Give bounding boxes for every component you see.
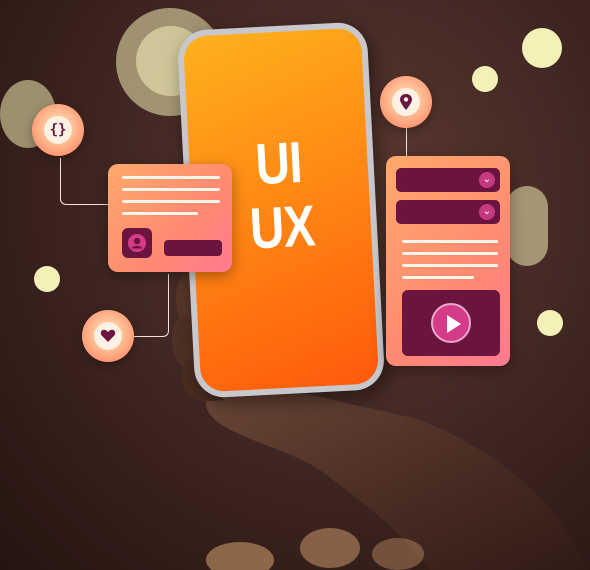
- person-icon: [128, 234, 146, 252]
- scene: UI UX {} ⌄ ⌄: [0, 0, 590, 570]
- chevron-down-icon: ⌄: [479, 204, 495, 220]
- location-badge: [380, 76, 432, 128]
- text-line: [122, 176, 220, 179]
- screen-text-ux: UX: [248, 193, 316, 262]
- text-line: [122, 200, 220, 203]
- chevron-down-icon: ⌄: [479, 172, 495, 188]
- text-line: [122, 188, 220, 191]
- text-line: [402, 276, 474, 279]
- video-player[interactable]: [402, 290, 500, 356]
- text-line: [402, 252, 498, 255]
- play-icon[interactable]: [431, 303, 471, 343]
- connector-pin-to-panel: [406, 128, 408, 158]
- screen-text-ui: UI: [253, 129, 304, 198]
- profile-card: [108, 164, 232, 272]
- action-bar[interactable]: [164, 240, 222, 256]
- text-line: [402, 240, 498, 243]
- connector-card-to-heart: [134, 274, 169, 337]
- form-video-panel: ⌄ ⌄: [386, 156, 510, 366]
- dropdown-2[interactable]: ⌄: [396, 200, 500, 224]
- text-line: [122, 212, 198, 215]
- heart-icon: [94, 322, 122, 350]
- user-avatar-icon: [122, 228, 152, 258]
- location-pin-icon: [392, 88, 420, 116]
- connector-code-to-card: [60, 158, 109, 205]
- heart-badge: [82, 310, 134, 362]
- dropdown-1[interactable]: ⌄: [396, 168, 500, 192]
- code-brackets-icon: {}: [44, 116, 72, 144]
- code-badge: {}: [32, 104, 84, 156]
- text-line: [402, 264, 498, 267]
